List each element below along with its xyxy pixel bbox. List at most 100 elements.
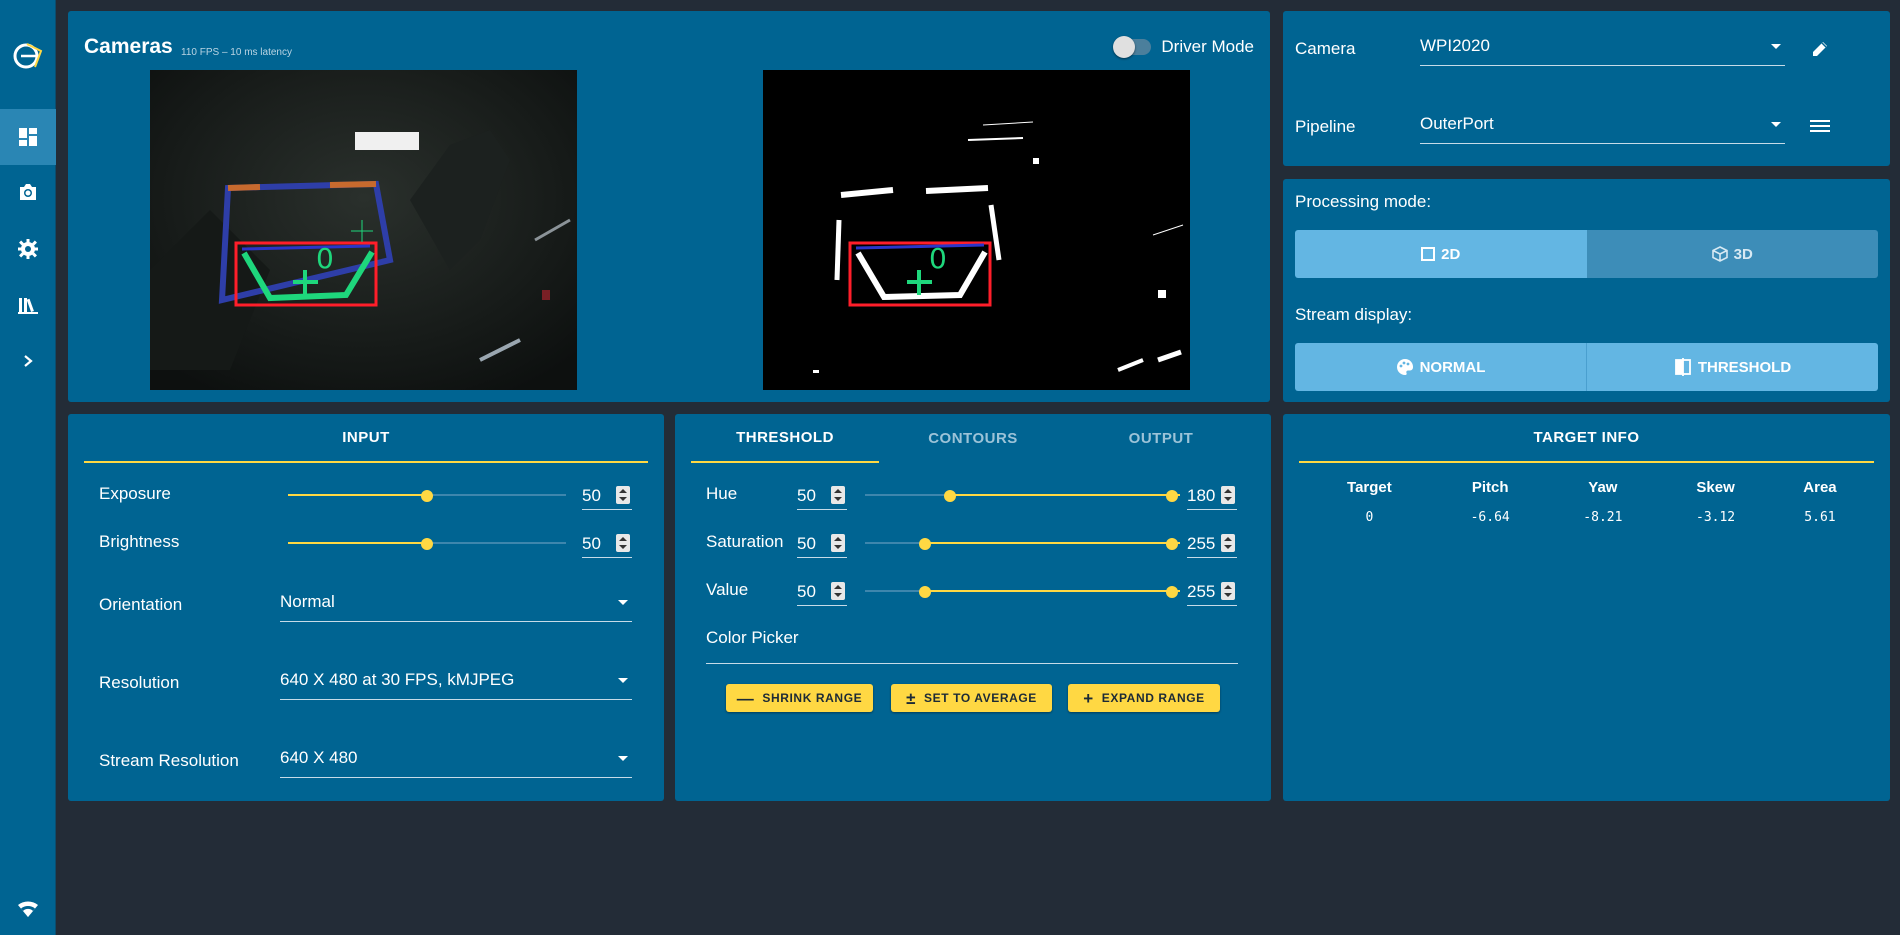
brightness-input[interactable]: 50 (582, 532, 632, 558)
saturation-max-value: 255 (1187, 534, 1216, 553)
targets-table: Target Pitch Yaw Skew Area 0 -6.64 -8.21… (1305, 472, 1868, 532)
brightness-slider-thumb[interactable] (421, 538, 433, 550)
cameras-panel: Cameras 110 FPS – 10 ms latency Driver M… (68, 11, 1270, 402)
brightness-slider-fill (288, 542, 427, 544)
saturation-min-thumb[interactable] (919, 538, 931, 550)
stepper-icon[interactable] (1221, 486, 1235, 504)
input-panel: INPUT Exposure 50 Brightness 50 Orientat… (68, 414, 664, 801)
saturation-max-input[interactable]: 255 (1187, 532, 1237, 558)
exposure-slider-thumb[interactable] (421, 490, 433, 502)
stream-normal-button[interactable]: NORMAL (1295, 343, 1586, 391)
library-icon[interactable] (0, 277, 56, 333)
pitch-cell: -6.64 (1470, 509, 1510, 525)
set-to-average-label: SET TO AVERAGE (924, 691, 1037, 705)
processing-mode-toggle: 2D 3D (1295, 230, 1878, 278)
driver-mode-toggle[interactable]: Driver Mode (1113, 36, 1254, 58)
pipeline-tabs: THRESHOLD CONTOURS OUTPUT (691, 414, 1255, 463)
chevron-right-icon[interactable] (0, 333, 56, 389)
saturation-max-thumb[interactable] (1166, 538, 1178, 550)
menu-icon[interactable] (1810, 119, 1830, 138)
expand-range-label: EXPAND RANGE (1101, 691, 1205, 705)
value-min-thumb[interactable] (919, 586, 931, 598)
stream-threshold-button[interactable]: THRESHOLD (1586, 343, 1878, 391)
exposure-input[interactable]: 50 (582, 484, 632, 510)
gear-icon[interactable] (0, 221, 56, 277)
plus-icon: + (1083, 688, 1094, 708)
stepper-icon[interactable] (1221, 582, 1235, 600)
orientation-value: Normal (280, 592, 335, 611)
saturation-label: Saturation (706, 532, 784, 551)
hue-min-thumb[interactable] (944, 490, 956, 502)
value-max-thumb[interactable] (1166, 586, 1178, 598)
hue-label: Hue (706, 484, 738, 503)
dashboard-icon[interactable] (0, 109, 56, 165)
value-label: Value (706, 580, 749, 599)
skew-cell: -3.12 (1696, 509, 1736, 525)
pipeline-select-value: OuterPort (1420, 114, 1494, 133)
yaw-cell: -8.21 (1583, 509, 1623, 525)
table-row[interactable]: 0 -6.64 -8.21 -3.12 5.61 (1305, 502, 1868, 532)
mode-3d-button[interactable]: 3D (1586, 230, 1878, 278)
camera-icon[interactable] (0, 164, 56, 220)
logo-icon[interactable] (0, 28, 56, 84)
tab-output[interactable]: OUTPUT (1067, 414, 1255, 463)
threshold-panel: THRESHOLD CONTOURS OUTPUT Hue 50 180 Sat… (675, 414, 1271, 801)
orientation-select[interactable]: Normal (280, 592, 632, 622)
processing-mode-label: Processing mode: (1295, 192, 1432, 211)
expand-range-button[interactable]: + EXPAND RANGE (1068, 684, 1220, 712)
mode-2d-button[interactable]: 2D (1295, 230, 1587, 278)
stream-display-toggle: NORMAL THRESHOLD (1295, 343, 1878, 391)
brightness-value: 50 (582, 534, 601, 553)
driver-mode-switch[interactable] (1113, 36, 1152, 58)
hue-max-input[interactable]: 180 (1187, 484, 1237, 510)
stream-threshold-label: THRESHOLD (1697, 358, 1792, 376)
stepper-icon[interactable] (831, 486, 845, 504)
camera-select-panel: Camera WPI2020 Pipeline OuterPort (1283, 11, 1890, 166)
wifi-icon (0, 881, 56, 935)
column-header: Pitch (1471, 478, 1509, 496)
stepper-icon[interactable] (616, 534, 630, 552)
stepper-icon[interactable] (1221, 534, 1235, 552)
exposure-label: Exposure (99, 484, 171, 503)
camera-label: Camera (1295, 39, 1356, 58)
value-max-input[interactable]: 255 (1187, 580, 1237, 606)
target-cell: 0 (1365, 509, 1374, 525)
column-header: Skew (1696, 478, 1735, 496)
value-min-input[interactable]: 50 (797, 580, 847, 606)
column-header: Target (1347, 478, 1392, 496)
stream-normal-label: NORMAL (1419, 358, 1486, 376)
shrink-range-button[interactable]: — SHRINK RANGE (726, 684, 873, 712)
pencil-icon[interactable] (1810, 39, 1830, 64)
stepper-icon[interactable] (616, 486, 630, 504)
minus-icon: — (736, 688, 755, 708)
stepper-icon[interactable] (831, 534, 845, 552)
resolution-select[interactable]: 640 X 480 at 30 FPS, kMJPEG (280, 670, 632, 700)
cube-icon (1711, 246, 1728, 262)
column-header: Yaw (1588, 478, 1618, 496)
resolution-value: 640 X 480 at 30 FPS, kMJPEG (280, 670, 515, 689)
set-to-average-button[interactable]: ± SET TO AVERAGE (891, 684, 1052, 712)
tab-contours[interactable]: CONTOURS (879, 414, 1067, 463)
saturation-min-input[interactable]: 50 (797, 532, 847, 558)
color-picker-label: Color Picker (706, 628, 799, 647)
hue-max-value: 180 (1187, 486, 1216, 505)
modes-panel: Processing mode: 2D 3D Stream display: N… (1283, 179, 1890, 402)
tab-threshold[interactable]: THRESHOLD (691, 414, 879, 463)
chevron-down-icon (618, 756, 628, 761)
target-info-panel: TARGET INFO Target Pitch Yaw Skew Area 0… (1283, 414, 1890, 801)
stepper-icon[interactable] (831, 582, 845, 600)
stream-display-label: Stream display: (1295, 305, 1413, 324)
hue-min-value: 50 (797, 486, 816, 505)
camera-select-value: WPI2020 (1420, 36, 1490, 55)
camera-select[interactable]: WPI2020 (1420, 36, 1785, 66)
pipeline-select[interactable]: OuterPort (1420, 114, 1785, 144)
stream-resolution-select[interactable]: 640 X 480 (280, 748, 632, 778)
tab-input[interactable]: INPUT (84, 414, 648, 463)
square-icon (1421, 247, 1436, 261)
hue-max-thumb[interactable] (1166, 490, 1178, 502)
hue-min-input[interactable]: 50 (797, 484, 847, 510)
cameras-title: Cameras (84, 35, 173, 58)
chevron-down-icon (618, 600, 628, 605)
pipeline-label: Pipeline (1295, 117, 1356, 136)
tab-target-info[interactable]: TARGET INFO (1299, 414, 1874, 463)
